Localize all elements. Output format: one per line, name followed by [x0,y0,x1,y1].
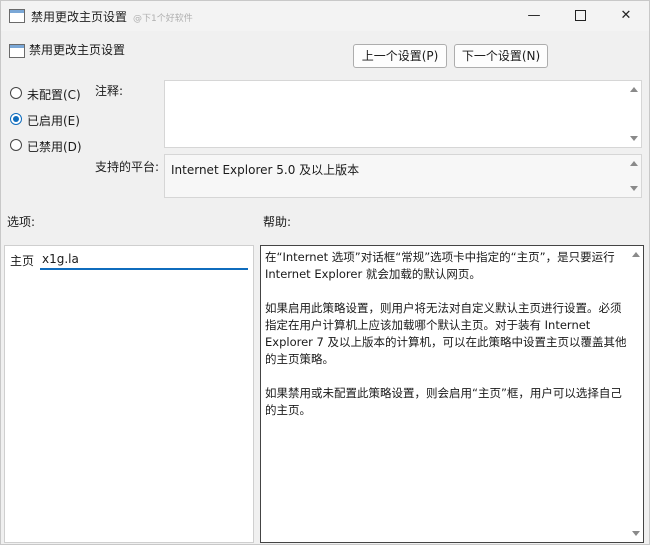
setting-icon [9,44,25,58]
scroll-up-arrow-icon[interactable] [630,87,638,92]
watermark-text: @下1个好软件 [133,14,193,24]
setting-title: 禁用更改主页设置 [29,43,126,57]
radio-label: 已启用(E) [27,114,80,128]
help-text: 在“Internet 选项”对话框“常规”选项卡中指定的“主页”，是只要运行 I… [265,249,627,436]
next-setting-button[interactable]: 下一个设置(N) [454,44,548,68]
homepage-input[interactable] [40,250,248,270]
previous-setting-button[interactable]: 上一个设置(P) [353,44,447,68]
scroll-up-arrow-icon[interactable] [632,252,640,257]
title-bar[interactable]: 禁用更改主页设置 @下1个好软件 — ✕ [1,1,649,31]
maximize-button[interactable] [557,1,603,31]
platform-scrollbar[interactable] [627,155,641,197]
platform-box: Internet Explorer 5.0 及以上版本 [164,154,642,198]
options-panel: 主页 [4,245,254,543]
scroll-down-arrow-icon[interactable] [630,186,638,191]
scroll-up-arrow-icon[interactable] [630,161,638,166]
maximize-icon [574,10,586,21]
help-paragraph: 如果启用此策略设置，则用户将无法对自定义默认主页进行设置。必须指定在用户计算机上… [265,301,627,366]
comment-textarea[interactable] [164,80,642,148]
scroll-down-arrow-icon[interactable] [632,531,640,536]
options-section-label: 选项: [7,215,36,229]
radio-circle[interactable] [10,87,22,99]
comment-scrollbar[interactable] [627,81,641,147]
help-paragraph: 如果禁用或未配置此策略设置，则会启用“主页”框，用户可以选择自己的主页。 [265,386,622,417]
comment-label: 注释: [95,84,124,98]
platform-value: Internet Explorer 5.0 及以上版本 [171,163,360,177]
radio-circle[interactable] [10,139,22,151]
radio-label: 未配置(C) [27,88,81,102]
minimize-button[interactable]: — [511,1,557,31]
close-button[interactable]: ✕ [603,1,649,31]
policy-app-icon [9,9,25,23]
policy-dialog-window: 禁用更改主页设置 @下1个好软件 — ✕ 禁用更改主页设置 上一个设置(P) 下… [0,0,650,545]
radio-circle-selected[interactable] [10,113,22,125]
radio-label: 已禁用(D) [27,140,82,154]
homepage-label: 主页 [10,254,35,268]
help-panel: 在“Internet 选项”对话框“常规”选项卡中指定的“主页”，是只要运行 I… [260,245,644,543]
help-section-label: 帮助: [263,215,292,229]
help-scrollbar[interactable] [629,246,643,542]
help-paragraph: 在“Internet 选项”对话框“常规”选项卡中指定的“主页”，是只要运行 I… [265,250,615,281]
platform-label: 支持的平台: [95,160,160,174]
scroll-down-arrow-icon[interactable] [630,136,638,141]
window-title: 禁用更改主页设置 [31,10,128,24]
